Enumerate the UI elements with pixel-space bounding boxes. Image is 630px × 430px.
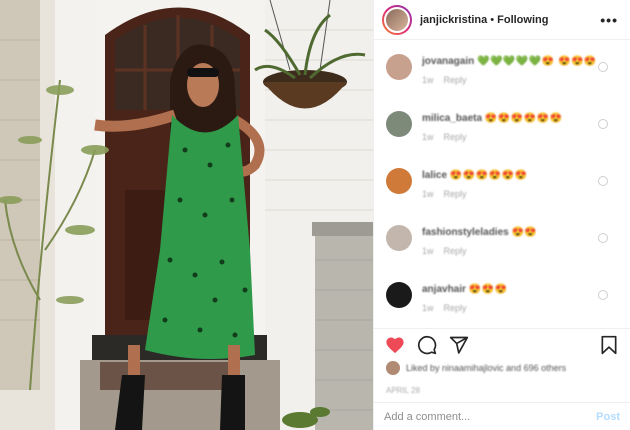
following-button[interactable]: Following bbox=[497, 14, 548, 26]
comment-like-icon[interactable] bbox=[598, 119, 608, 129]
comment-text: 💚💚💚💚💚😍 😍😍😍 bbox=[477, 56, 597, 67]
header-separator: • bbox=[490, 13, 495, 26]
commenter-avatar[interactable] bbox=[386, 225, 412, 251]
commenter-username[interactable]: anjavhair bbox=[422, 284, 466, 295]
comment-time: 1w bbox=[422, 246, 434, 256]
likes-summary[interactable]: Liked by ninaamihajlovic and 696 others bbox=[386, 361, 620, 375]
bookmark-icon[interactable] bbox=[598, 334, 620, 356]
comment-item: milica_baeta 😍😍😍😍😍😍 1w Reply bbox=[374, 97, 630, 154]
reply-button[interactable]: Reply bbox=[444, 132, 467, 142]
author-avatar-image bbox=[384, 6, 410, 33]
comment-time: 1w bbox=[422, 75, 434, 85]
commenter-username[interactable]: fashionstyleladies bbox=[422, 227, 509, 238]
comment-item: jovanagain 💚💚💚💚💚😍 😍😍😍 1w Reply bbox=[374, 40, 630, 97]
comment-time: 1w bbox=[422, 132, 434, 142]
liker-avatar bbox=[386, 361, 400, 375]
comment-icon[interactable] bbox=[416, 334, 438, 356]
comment-like-icon[interactable] bbox=[598, 176, 608, 186]
heart-filled-icon[interactable] bbox=[384, 334, 406, 356]
action-bar bbox=[374, 328, 630, 361]
comment-time: 1w bbox=[422, 189, 434, 199]
author-avatar[interactable] bbox=[382, 4, 412, 35]
comment-text: 😍😍😍😍😍😍 bbox=[484, 113, 563, 124]
reply-button[interactable]: Reply bbox=[444, 75, 467, 85]
comment-item: lalice 😍😍😍😍😍😍 1w Reply bbox=[374, 154, 630, 211]
comment-text: 😍😍😍😍😍😍 bbox=[449, 170, 528, 181]
comment-like-icon[interactable] bbox=[598, 290, 608, 300]
commenter-avatar[interactable] bbox=[386, 111, 412, 137]
comment-like-icon[interactable] bbox=[598, 233, 608, 243]
reply-button[interactable]: Reply bbox=[444, 189, 467, 199]
comment-text: 😍😍 bbox=[511, 227, 538, 238]
reply-button[interactable]: Reply bbox=[444, 246, 467, 256]
post-image bbox=[0, 0, 373, 430]
commenter-avatar[interactable] bbox=[386, 282, 412, 308]
comments-list[interactable]: jovanagain 💚💚💚💚💚😍 😍😍😍 1w Reply milica_bae… bbox=[374, 40, 630, 328]
post-panel: janjickristina • Following ••• jovanagai… bbox=[373, 0, 630, 430]
commenter-username[interactable]: milica_baeta bbox=[422, 113, 482, 124]
author-username[interactable]: janjickristina bbox=[420, 14, 487, 26]
add-comment-bar: Post bbox=[374, 402, 630, 430]
comment-time: 1w bbox=[422, 303, 434, 313]
likes-text: Liked by ninaamihajlovic and 696 others bbox=[406, 363, 567, 373]
comment-text: 😍😍😍 bbox=[468, 284, 508, 295]
commenter-username[interactable]: jovanagain bbox=[422, 56, 474, 67]
comment-item: fashionstyleladies 😍😍 1w Reply bbox=[374, 211, 630, 268]
more-horizontal-icon[interactable]: ••• bbox=[600, 12, 622, 28]
comment-input[interactable] bbox=[384, 410, 597, 423]
post-header: janjickristina • Following ••• bbox=[374, 0, 630, 40]
comment-like-icon[interactable] bbox=[598, 62, 608, 72]
commenter-avatar[interactable] bbox=[386, 54, 412, 80]
share-icon[interactable] bbox=[448, 334, 470, 356]
comment-item: anjavhair 😍😍😍 1w Reply bbox=[374, 268, 630, 325]
post-timestamp: APRIL 28 bbox=[386, 386, 420, 395]
commenter-username[interactable]: lalice bbox=[422, 170, 447, 181]
post-button[interactable]: Post bbox=[596, 411, 620, 423]
commenter-avatar[interactable] bbox=[386, 168, 412, 194]
reply-button[interactable]: Reply bbox=[444, 303, 467, 313]
post-photo[interactable] bbox=[0, 0, 373, 430]
